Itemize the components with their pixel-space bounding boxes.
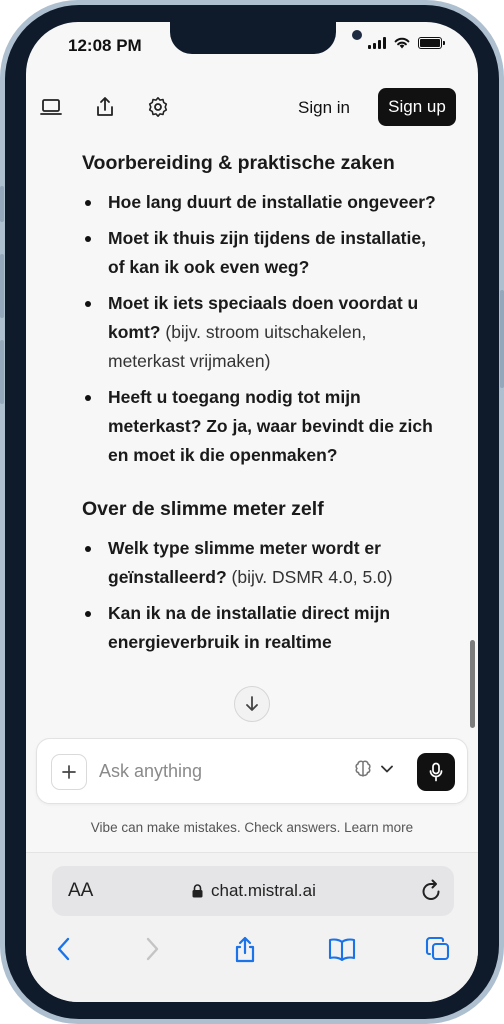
browser-bar: AA chat.mistral.ai — [26, 852, 478, 1002]
side-button — [0, 186, 4, 222]
list-item-bold: Heeft u toegang nodig tot mijn meterkast… — [108, 387, 433, 465]
url-text: chat.mistral.ai — [211, 881, 316, 900]
list-item-bold: Moet ik thuis zijn tijdens de installati… — [108, 228, 426, 277]
list-item: Welk type slimme meter wordt er geïnstal… — [82, 534, 442, 592]
chat-input[interactable]: Ask anything — [99, 761, 202, 782]
bookmarks-button[interactable] — [324, 931, 360, 967]
address-bar[interactable]: AA chat.mistral.ai — [52, 866, 454, 916]
question-list: Hoe lang duurt de installatie ongeveer? … — [82, 188, 442, 470]
chevron-down-icon — [381, 765, 393, 773]
scroll-down-button[interactable] — [234, 686, 270, 722]
browser-share-button[interactable] — [227, 931, 263, 967]
share-icon — [235, 936, 255, 963]
voice-input-button[interactable] — [417, 753, 455, 791]
list-item: Heeft u toegang nodig tot mijn meterkast… — [82, 383, 442, 470]
back-icon — [57, 937, 70, 961]
sign-in-link[interactable]: Sign in — [298, 98, 350, 118]
settings-icon[interactable] — [143, 92, 173, 122]
reload-icon — [422, 879, 440, 900]
status-icons — [368, 36, 445, 49]
chat-composer: Ask anything — [36, 738, 468, 804]
sign-up-button[interactable]: Sign up — [378, 88, 456, 126]
wifi-icon — [394, 37, 410, 49]
forward-icon — [146, 937, 159, 961]
list-item: Kan ik na de installatie direct mijn ene… — [82, 599, 442, 657]
microphone-icon — [429, 762, 443, 782]
bookmarks-icon — [328, 938, 356, 961]
reload-button[interactable] — [420, 878, 442, 907]
add-attachment-button[interactable] — [51, 754, 87, 790]
battery-icon — [418, 36, 445, 49]
tabs-icon — [425, 936, 450, 961]
volume-down-button — [0, 340, 4, 404]
list-item-bold: Kan ik na de installatie direct mijn ene… — [108, 603, 391, 652]
list-item: Moet ik iets speciaals doen voordat u ko… — [82, 289, 442, 376]
question-list: Welk type slimme meter wordt er geïnstal… — [82, 534, 442, 657]
scrollbar-thumb[interactable] — [470, 640, 475, 728]
list-item-bold: Hoe lang duurt de installatie ongeveer? — [108, 192, 436, 212]
tabs-button[interactable] — [420, 931, 456, 967]
arrow-down-icon — [246, 696, 258, 711]
brain-icon — [355, 760, 371, 777]
back-button[interactable] — [46, 931, 82, 967]
model-selector[interactable] — [353, 759, 393, 779]
text-size-button[interactable]: AA — [68, 880, 93, 902]
plus-icon — [62, 765, 76, 779]
power-button — [500, 290, 504, 388]
laptop-icon[interactable] — [36, 92, 66, 122]
url-display[interactable]: chat.mistral.ai — [192, 881, 316, 901]
list-item: Hoe lang duurt de installatie ongeveer? — [82, 188, 442, 217]
screen: 12:08 PM Sign in Sign up Voorbereiding &… — [26, 22, 478, 1002]
section-heading: Voorbereiding & praktische zaken — [82, 152, 395, 174]
signal-icon — [368, 36, 386, 49]
section-heading: Over de slimme meter zelf — [82, 498, 324, 520]
forward-button[interactable] — [134, 931, 170, 967]
camera — [352, 30, 362, 40]
list-item: Moet ik thuis zijn tijdens de installati… — [82, 224, 442, 282]
lock-icon — [192, 884, 203, 898]
volume-up-button — [0, 254, 4, 318]
status-time: 12:08 PM — [68, 36, 142, 55]
disclaimer-text: Vibe can make mistakes. Check answers. L… — [90, 820, 414, 835]
list-item-note: (bijv. DSMR 4.0, 5.0) — [226, 567, 393, 587]
notch — [170, 22, 362, 54]
share-icon[interactable] — [90, 92, 120, 122]
chat-message: Voorbereiding & praktische zaken Hoe lan… — [82, 146, 442, 664]
app-toolbar: Sign in Sign up — [26, 84, 478, 130]
